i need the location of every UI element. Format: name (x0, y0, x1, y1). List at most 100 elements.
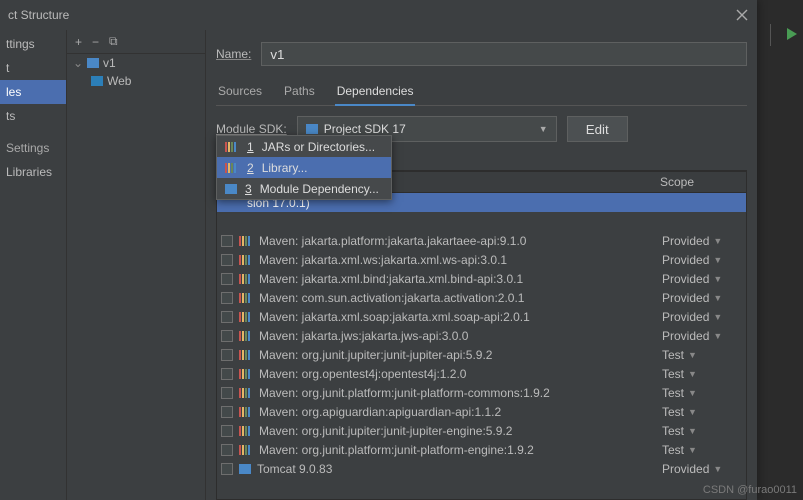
dep-name: Maven: jakarta.jws:jakarta.jws-api:3.0.0 (259, 329, 656, 343)
dependency-row[interactable]: Maven: jakarta.platform:jakarta.jakartae… (217, 231, 746, 250)
dependency-row[interactable]: Maven: jakarta.xml.soap:jakarta.xml.soap… (217, 307, 746, 326)
export-checkbox[interactable] (221, 368, 233, 380)
add-dependency-popup: 1 JARs or Directories... 2 Library... 3 … (216, 135, 392, 200)
library-icon (239, 255, 253, 265)
tree-child-web[interactable]: Web (67, 72, 205, 90)
sidebar-item-project[interactable]: t (0, 56, 66, 80)
sidebar-item-settings[interactable]: ttings (0, 32, 66, 56)
popup-item-jars[interactable]: 1 JARs or Directories... (217, 136, 391, 157)
dependency-row[interactable]: Maven: org.apiguardian:apiguardian-api:1… (217, 402, 746, 421)
dep-name: Maven: jakarta.xml.ws:jakarta.xml.ws-api… (259, 253, 656, 267)
scope-select[interactable]: Provided▼ (662, 329, 742, 343)
dependency-row[interactable]: Maven: org.junit.platform:junit-platform… (217, 383, 746, 402)
library-icon (239, 445, 253, 455)
export-checkbox[interactable] (221, 235, 233, 247)
dependency-row[interactable]: Maven: org.opentest4j:opentest4j:1.2.0 Te… (217, 364, 746, 383)
export-checkbox[interactable] (221, 273, 233, 285)
module-tabs: Sources Paths Dependencies (216, 80, 747, 106)
dep-name: Maven: org.junit.platform:junit-platform… (259, 443, 656, 457)
sidebar-item-libraries[interactable]: Libraries (0, 160, 66, 184)
export-checkbox[interactable] (221, 254, 233, 266)
header-scope: Scope (660, 175, 746, 189)
scope-select[interactable]: Provided▼ (662, 253, 742, 267)
tab-dependencies[interactable]: Dependencies (335, 80, 416, 106)
scope-select[interactable]: Test▼ (662, 367, 742, 381)
dependency-row[interactable]: Tomcat 9.0.83 Provided▼ (217, 459, 746, 478)
dep-name: Maven: org.apiguardian:apiguardian-api:1… (259, 405, 656, 419)
module-icon (225, 184, 237, 194)
close-icon[interactable] (735, 8, 749, 22)
popup-item-library[interactable]: 2 Library... (217, 157, 391, 178)
export-checkbox[interactable] (221, 292, 233, 304)
export-checkbox[interactable] (221, 311, 233, 323)
folder-icon (239, 464, 251, 474)
popup-item-module-dep[interactable]: 3 Module Dependency... (217, 178, 391, 199)
export-checkbox[interactable] (221, 444, 233, 456)
popup-label: Library... (262, 161, 308, 175)
library-icon (239, 350, 253, 360)
window-title: ct Structure (8, 8, 69, 22)
sidebar-item-modules[interactable]: les (0, 80, 66, 104)
tree-root-label: v1 (103, 56, 116, 70)
dependency-row[interactable]: Maven: jakarta.xml.bind:jakarta.xml.bind… (217, 269, 746, 288)
tree-root[interactable]: ⌄ v1 (67, 54, 205, 72)
tab-sources[interactable]: Sources (216, 80, 264, 105)
tree-toolbar: + − ⧉ (67, 30, 205, 54)
scope-select[interactable]: Provided▼ (662, 310, 742, 324)
scope-select[interactable]: Provided▼ (662, 272, 742, 286)
library-icon (239, 407, 253, 417)
copy-module-icon[interactable]: ⧉ (109, 34, 118, 49)
dep-name: Maven: org.opentest4j:opentest4j:1.2.0 (259, 367, 656, 381)
sidebar-item-facets[interactable]: ts (0, 104, 66, 128)
export-checkbox[interactable] (221, 387, 233, 399)
run-icon[interactable] (787, 28, 797, 40)
sdk-value: Project SDK 17 (324, 122, 406, 136)
scope-select[interactable]: Test▼ (662, 424, 742, 438)
dep-name: Maven: org.junit.platform:junit-platform… (259, 386, 656, 400)
dep-name: Maven: jakarta.platform:jakarta.jakartae… (259, 234, 656, 248)
watermark: CSDN @furao0011 (703, 484, 797, 496)
chevron-down-icon: ▼ (539, 124, 548, 134)
dependency-row[interactable]: Maven: jakarta.xml.ws:jakarta.xml.ws-api… (217, 250, 746, 269)
export-checkbox[interactable] (221, 406, 233, 418)
dependency-row[interactable]: Maven: jakarta.jws:jakarta.jws-api:3.0.0… (217, 326, 746, 345)
dependency-row[interactable]: Maven: org.junit.jupiter:junit-jupiter-e… (217, 421, 746, 440)
scope-select[interactable]: Test▼ (662, 348, 742, 362)
scope-select[interactable]: Provided▼ (662, 462, 742, 476)
dep-name: Tomcat 9.0.83 (257, 462, 656, 476)
library-icon (225, 163, 239, 173)
export-checkbox[interactable] (221, 463, 233, 475)
export-checkbox[interactable] (221, 330, 233, 342)
sidebar-heading-platform: Settings (0, 136, 66, 160)
sdk-label: Module SDK: (216, 122, 287, 136)
export-checkbox[interactable] (221, 349, 233, 361)
module-name-input[interactable] (261, 42, 747, 66)
popup-label: JARs or Directories... (262, 140, 375, 154)
scope-select[interactable]: Test▼ (662, 405, 742, 419)
edit-sdk-button[interactable]: Edit (567, 116, 628, 142)
dependency-row[interactable]: Maven: org.junit.jupiter:junit-jupiter-a… (217, 345, 746, 364)
dep-name: Maven: jakarta.xml.soap:jakarta.xml.soap… (259, 310, 656, 324)
library-icon (239, 388, 253, 398)
dependency-row[interactable]: Maven: com.sun.activation:jakarta.activa… (217, 288, 746, 307)
settings-sidebar: ttings t les ts Settings Libraries (0, 30, 66, 500)
chevron-down-icon[interactable]: ⌄ (73, 56, 83, 70)
popup-shortcut: 3 (245, 182, 252, 196)
dependency-row[interactable]: Maven: org.junit.platform:junit-platform… (217, 440, 746, 459)
export-checkbox[interactable] (221, 425, 233, 437)
scope-select[interactable]: Test▼ (662, 386, 742, 400)
tab-paths[interactable]: Paths (282, 80, 317, 105)
web-icon (91, 76, 103, 86)
remove-module-icon[interactable]: − (92, 35, 99, 49)
scope-select[interactable]: Provided▼ (662, 234, 742, 248)
scope-select[interactable]: Test▼ (662, 443, 742, 457)
scope-select[interactable]: Provided▼ (662, 291, 742, 305)
library-icon (239, 331, 253, 341)
add-module-icon[interactable]: + (75, 35, 82, 49)
library-icon (239, 369, 253, 379)
dependency-list[interactable]: sion 17.0.1) Maven: jakarta.platform:jak… (216, 193, 747, 500)
name-label: Name: (216, 47, 251, 61)
titlebar: ct Structure (0, 0, 757, 30)
module-tree: + − ⧉ ⌄ v1 Web (66, 30, 206, 500)
library-icon (239, 312, 253, 322)
